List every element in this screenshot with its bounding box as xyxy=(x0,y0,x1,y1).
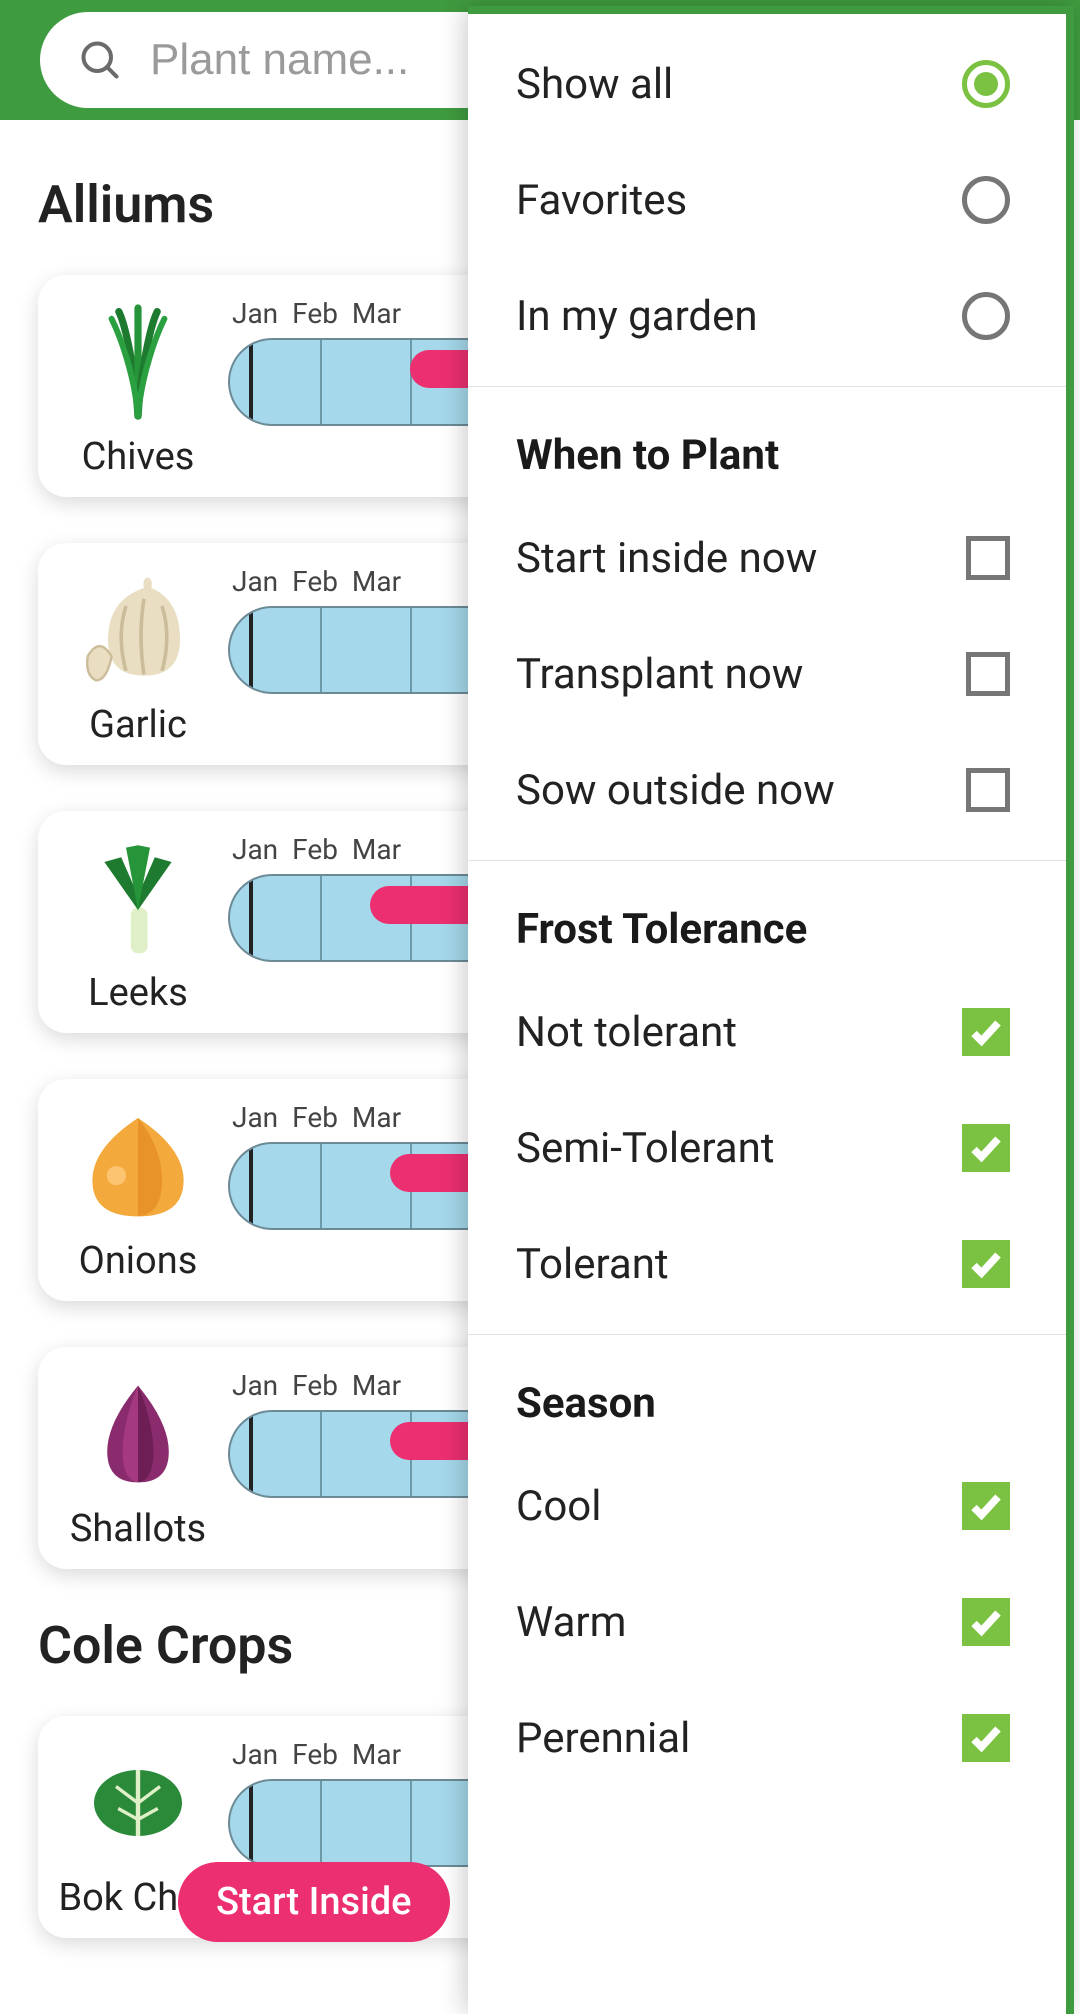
filter-section-title: When to Plant xyxy=(468,399,1066,500)
filter-checkbox-option[interactable]: Perennial xyxy=(468,1680,1066,1796)
checkbox-checked-icon[interactable] xyxy=(962,1124,1010,1172)
filter-checkbox-option[interactable]: Cool xyxy=(468,1448,1066,1564)
filter-option-label: Perennial xyxy=(516,1714,690,1763)
bokchoy-icon xyxy=(68,1738,208,1868)
filter-checkbox-option[interactable]: Not tolerant xyxy=(468,974,1066,1090)
plant-name: Leeks xyxy=(88,971,188,1015)
onions-icon xyxy=(68,1101,208,1231)
filter-option-label: Show all xyxy=(516,60,673,109)
filter-option-label: In my garden xyxy=(516,292,758,341)
checkbox-checked-icon[interactable] xyxy=(962,1714,1010,1762)
shallots-icon xyxy=(68,1369,208,1499)
filter-checkbox-option[interactable]: Start inside now xyxy=(468,500,1066,616)
filter-checkbox-option[interactable]: Tolerant xyxy=(468,1206,1066,1322)
filter-option-label: Tolerant xyxy=(516,1240,669,1289)
checkbox-unchecked-icon[interactable] xyxy=(966,536,1010,580)
filter-option-label: Sow outside now xyxy=(516,766,835,815)
legend-start-inside[interactable]: Start Inside xyxy=(178,1862,450,1942)
garlic-icon xyxy=(68,565,208,695)
filter-section-scope: Show all Favorites In my garden xyxy=(468,14,1066,387)
filter-checkbox-option[interactable]: Semi-Tolerant xyxy=(468,1090,1066,1206)
filter-checkbox-option[interactable]: Warm xyxy=(468,1564,1066,1680)
checkbox-checked-icon[interactable] xyxy=(962,1240,1010,1288)
filter-section-title: Frost Tolerance xyxy=(468,873,1066,974)
plant-name: Shallots xyxy=(70,1507,206,1551)
filter-option-label: Transplant now xyxy=(516,650,803,699)
filter-option-label: Semi-Tolerant xyxy=(516,1124,775,1173)
filter-radio-option[interactable]: In my garden xyxy=(468,258,1066,374)
radio-button-icon[interactable] xyxy=(962,292,1010,340)
filter-section-title: Season xyxy=(468,1347,1066,1448)
filter-radio-option[interactable]: Favorites xyxy=(468,142,1066,258)
filter-panel: Show all Favorites In my garden When to Pl… xyxy=(468,6,1074,2014)
filter-radio-option[interactable]: Show all xyxy=(468,26,1066,142)
checkbox-checked-icon[interactable] xyxy=(962,1482,1010,1530)
filter-option-label: Start inside now xyxy=(516,534,817,583)
chives-icon xyxy=(68,297,208,427)
checkbox-checked-icon[interactable] xyxy=(962,1008,1010,1056)
checkbox-unchecked-icon[interactable] xyxy=(966,768,1010,812)
plant-name: Onions xyxy=(79,1239,198,1283)
filter-section: Frost Tolerance Not tolerant Semi-Tolerant… xyxy=(468,861,1066,1335)
filter-checkbox-option[interactable]: Sow outside now xyxy=(468,732,1066,848)
filter-option-label: Not tolerant xyxy=(516,1008,737,1057)
filter-section: Season Cool Warm Perennial xyxy=(468,1335,1066,1808)
checkbox-checked-icon[interactable] xyxy=(962,1598,1010,1646)
filter-option-label: Warm xyxy=(516,1598,627,1647)
search-icon xyxy=(78,38,122,82)
radio-button-icon[interactable] xyxy=(962,176,1010,224)
radio-button-icon[interactable] xyxy=(962,60,1010,108)
checkbox-unchecked-icon[interactable] xyxy=(966,652,1010,696)
filter-option-label: Cool xyxy=(516,1482,601,1531)
filter-section: When to Plant Start inside now Transplant … xyxy=(468,387,1066,861)
plant-name: Garlic xyxy=(89,703,187,747)
leeks-icon xyxy=(68,833,208,963)
filter-option-label: Favorites xyxy=(516,176,687,225)
filter-checkbox-option[interactable]: Transplant now xyxy=(468,616,1066,732)
plant-name: Chives xyxy=(82,435,195,479)
